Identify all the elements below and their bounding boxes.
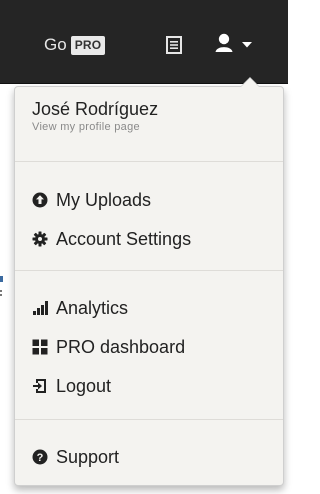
- menu-caret: [241, 78, 259, 87]
- top-navbar: Go PRO: [0, 0, 288, 84]
- menu-item-account-settings[interactable]: Account Settings: [32, 226, 191, 252]
- svg-text:?: ?: [37, 452, 44, 464]
- signal-bars-icon: [32, 300, 48, 316]
- caret-down-icon: [242, 42, 252, 48]
- list-icon[interactable]: [166, 36, 182, 54]
- menu-item-my-uploads[interactable]: My Uploads: [32, 187, 151, 213]
- menu-item-pro-dashboard[interactable]: PRO dashboard: [32, 334, 185, 360]
- upload-circle-icon: [32, 192, 48, 208]
- menu-item-support[interactable]: ? Support: [32, 444, 119, 470]
- logout-icon: [32, 378, 48, 394]
- menu-item-label: Analytics: [56, 297, 129, 318]
- grid-icon: [32, 339, 48, 355]
- gear-icon: [32, 231, 48, 247]
- profile-name: José Rodríguez: [32, 99, 159, 119]
- menu-divider: [15, 161, 283, 162]
- menu-divider: [15, 419, 283, 420]
- user-menu-toggle[interactable]: [214, 32, 262, 58]
- profile-subtitle: View my profile page: [32, 121, 140, 133]
- menu-item-label: Logout: [56, 375, 112, 396]
- menu-item-label: PRO dashboard: [56, 336, 186, 357]
- menu-item-logout[interactable]: Logout: [32, 373, 111, 399]
- go-pro-button[interactable]: Go PRO: [44, 34, 106, 56]
- menu-item-label: Support: [56, 446, 120, 467]
- go-pro-label: Go: [44, 35, 67, 54]
- menu-divider: [15, 270, 283, 271]
- profile-link[interactable]: José Rodríguez View my profile page: [32, 99, 158, 134]
- pro-badge: PRO: [70, 35, 106, 55]
- menu-item-label: My Uploads: [56, 189, 152, 210]
- menu-item-analytics[interactable]: Analytics: [32, 295, 128, 321]
- question-circle-icon: ?: [32, 449, 48, 465]
- page-background: [0, 84, 14, 494]
- menu-item-label: Account Settings: [56, 228, 192, 249]
- page-edge-marks: [0, 276, 6, 300]
- user-dropdown-menu: José Rodríguez View my profile page My U…: [14, 77, 284, 486]
- user-icon: [215, 33, 233, 52]
